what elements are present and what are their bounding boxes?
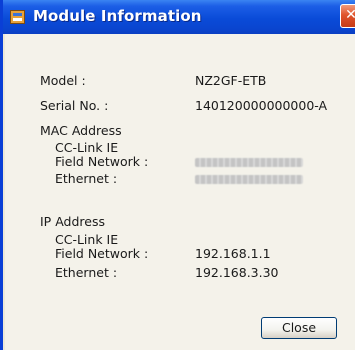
title-bar[interactable]: Module Information ✕ <box>3 0 355 34</box>
content-panel: Model : NZ2GF-ETB Serial No. : 140120000… <box>5 34 355 350</box>
model-label: Model : <box>40 73 86 88</box>
mac-cclink-label-line2: Field Network : <box>55 154 149 169</box>
dialog-title: Module Information <box>33 7 202 25</box>
serial-value: 140120000000000-A <box>195 98 328 113</box>
mac-cclink-label-line1: CC-Link IE <box>55 140 119 155</box>
serial-label: Serial No. : <box>40 98 109 113</box>
ip-cclink-label-line2: Field Network : <box>55 246 149 261</box>
mac-address-heading: MAC Address <box>40 123 122 138</box>
ip-ethernet-value: 192.168.3.30 <box>195 265 279 280</box>
close-button[interactable]: Close <box>261 317 337 339</box>
close-icon[interactable]: ✕ <box>340 4 355 28</box>
module-information-dialog: Module Information ✕ Model : NZ2GF-ETB S… <box>0 0 355 350</box>
ip-ethernet-label: Ethernet : <box>55 265 118 280</box>
mac-ethernet-value-redacted <box>195 175 303 184</box>
model-value: NZ2GF-ETB <box>195 73 267 88</box>
ip-cclink-value: 192.168.1.1 <box>195 246 271 261</box>
ip-cclink-label-line1: CC-Link IE <box>55 232 119 247</box>
ip-address-heading: IP Address <box>40 214 105 229</box>
mac-cclink-value-redacted <box>195 158 303 167</box>
mac-ethernet-label: Ethernet : <box>55 171 118 186</box>
module-info-icon <box>10 10 25 24</box>
